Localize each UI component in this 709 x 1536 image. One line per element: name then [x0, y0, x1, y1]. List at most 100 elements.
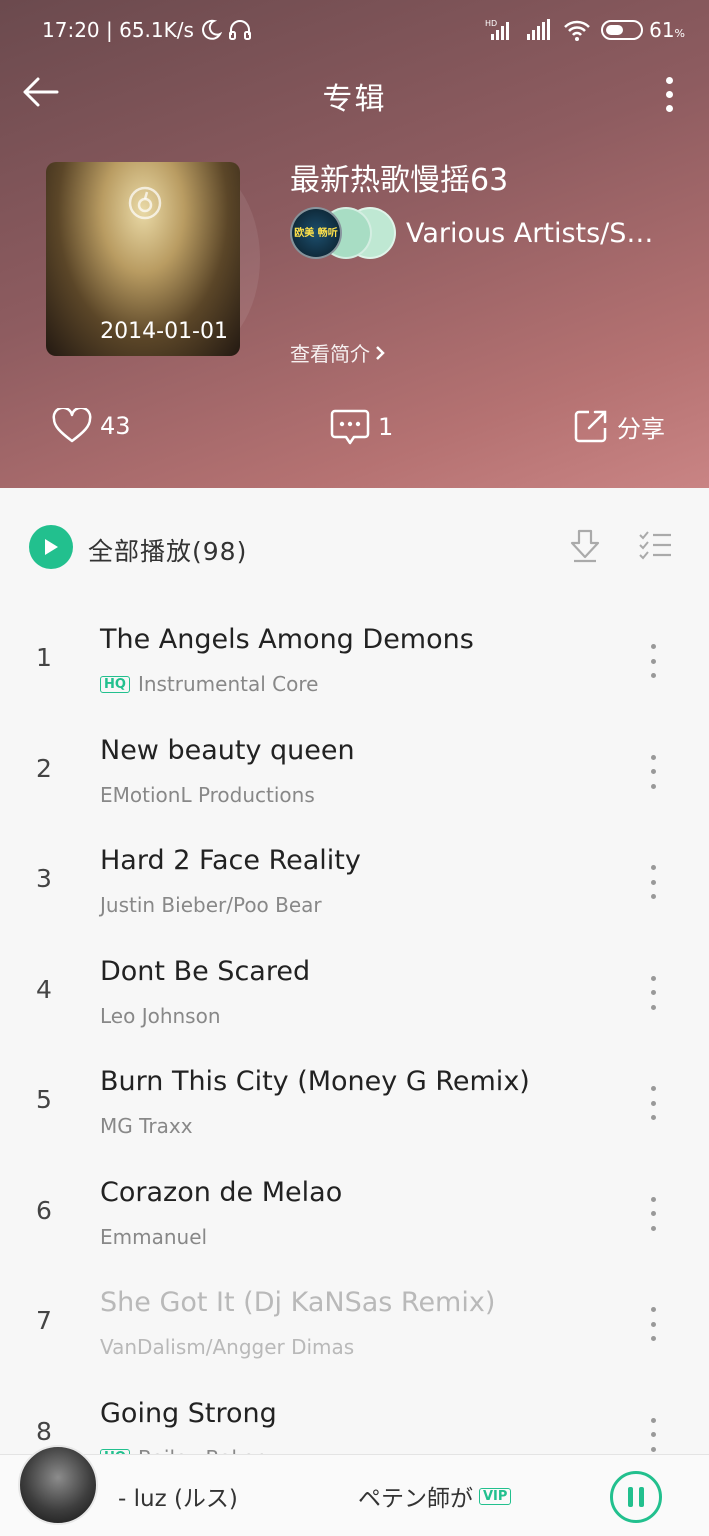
pause-button[interactable]: [610, 1471, 662, 1523]
wifi-icon: [564, 20, 590, 41]
page-title: 专辑: [322, 82, 387, 117]
track-more-button[interactable]: [646, 1307, 660, 1341]
track-title: Corazon de Melao: [100, 1176, 343, 1208]
artists-row[interactable]: 欧美 畅听 Various Artists/Sebastian: [290, 206, 670, 260]
track-number: 1: [36, 643, 52, 672]
avatar-text: 欧美 畅听: [294, 227, 338, 239]
view-intro-link[interactable]: 查看简介: [290, 338, 386, 367]
track-title: The Angels Among Demons: [100, 624, 474, 655]
signal-icon: [527, 19, 551, 40]
album-name: 最新热歌慢摇63: [290, 163, 509, 198]
hd-signal-icon: HD: [485, 19, 510, 40]
battery-fill: [606, 25, 624, 35]
battery-percent: 61%: [649, 18, 685, 42]
track-more-button[interactable]: [646, 1417, 660, 1452]
play-all-label: 全部播放(98): [88, 537, 248, 566]
album-cover[interactable]: 2014-01-01: [46, 162, 260, 356]
headset-icon: [228, 20, 251, 40]
share-label: 分享: [617, 414, 665, 443]
download-icon: [570, 529, 600, 563]
now-playing-lyric: ペテン師が VIP: [358, 1479, 512, 1513]
like-button[interactable]: 43: [52, 408, 131, 444]
play-icon: [45, 539, 58, 555]
track-row[interactable]: 4 Dont Be Scared Leo Johnson: [0, 938, 709, 1048]
track-title: Burn This City (Money G Remix): [100, 1066, 530, 1097]
top-bar: 专辑: [0, 64, 709, 120]
track-artist-row: MG Traxx: [100, 1114, 193, 1138]
track-artist-row: EMotionL Productions: [100, 783, 315, 807]
status-left: 17:20 | 65.1K/s: [42, 18, 252, 42]
comment-icon: [330, 409, 370, 445]
track-artist: EMotionL Productions: [100, 782, 315, 807]
track-artist: VanDalism/Angger Dimas: [100, 1335, 355, 1359]
cover-image: 2014-01-01: [46, 162, 240, 356]
status-right: HD 61%: [485, 18, 685, 42]
mini-player[interactable]: - luz (ルス) ペテン師が VIP: [0, 1445, 709, 1536]
pause-bar: [628, 1487, 633, 1507]
track-row[interactable]: 1 The Angels Among Demons HQ Instrumental…: [0, 606, 709, 716]
status-time-speed: 17:20 | 65.1K/s: [42, 18, 194, 42]
lyric-text: ペテン師が: [358, 1486, 473, 1512]
track-more-button[interactable]: [646, 644, 660, 678]
share-icon: [574, 410, 607, 443]
track-artist-row: VanDalism/Angger Dimas: [100, 1335, 354, 1359]
track-row[interactable]: 3 Hard 2 Face Reality Justin Bieber/Poo …: [0, 827, 709, 937]
multi-select-button[interactable]: [638, 530, 672, 564]
track-title: New beauty queen: [100, 734, 355, 766]
play-all-row[interactable]: 全部播放(98): [0, 488, 709, 606]
pause-bar: [639, 1487, 644, 1507]
svg-text:HD: HD: [485, 19, 497, 28]
track-number: 4: [36, 974, 52, 1004]
track-number: 2: [36, 753, 52, 783]
battery-value: 61: [649, 18, 675, 42]
track-artist: Leo Johnson: [100, 1003, 221, 1028]
track-artist: Justin Bieber/Poo Bear: [100, 893, 322, 917]
track-artist-row: HQ Instrumental Core: [100, 672, 318, 696]
more-options-button[interactable]: [655, 72, 683, 116]
release-date: 2014-01-01: [100, 319, 228, 344]
action-bar: 43 1 分享: [0, 400, 709, 460]
track-artist-row: Justin Bieber/Poo Bear: [100, 893, 322, 917]
netease-logo-icon: [128, 186, 162, 220]
track-number: 5: [36, 1085, 52, 1114]
comment-button[interactable]: 1: [330, 408, 393, 446]
track-list-panel: 全部播放(98) 1 The Angels Among Demons HQ Ins…: [0, 488, 709, 1470]
track-artist: Instrumental Core: [137, 672, 319, 696]
track-more-button[interactable]: [646, 754, 660, 789]
artists-name: Various Artists/Sebastian: [406, 217, 666, 249]
track-number: 8: [36, 1416, 52, 1446]
play-all-button[interactable]: [29, 525, 73, 569]
download-button[interactable]: [568, 528, 602, 568]
track-artist-row: Emmanuel: [100, 1225, 207, 1249]
track-row[interactable]: 7 She Got It (Dj KaNSas Remix) VanDalism…: [0, 1269, 709, 1379]
track-artist: MG Traxx: [100, 1114, 193, 1138]
track-row[interactable]: 5 Burn This City (Money G Remix) MG Trax…: [0, 1048, 709, 1158]
track-row[interactable]: 2 New beauty queen EMotionL Productions: [0, 717, 709, 827]
track-more-button[interactable]: [646, 865, 660, 899]
vip-badge: VIP: [479, 1487, 512, 1505]
track-title: Hard 2 Face Reality: [100, 845, 361, 876]
track-number: 6: [36, 1195, 52, 1225]
track-title: She Got It (Dj KaNSas Remix): [100, 1287, 496, 1318]
track-number: 7: [36, 1306, 52, 1335]
artist-avatar: 欧美 畅听: [290, 207, 342, 259]
heart-icon: [52, 408, 92, 443]
track-more-button[interactable]: [646, 975, 660, 1010]
checklist-icon: [639, 531, 671, 560]
comment-count: 1: [378, 413, 394, 441]
track-title: Dont Be Scared: [100, 955, 311, 987]
now-playing-cover[interactable]: [18, 1445, 98, 1525]
hq-badge: HQ: [100, 675, 130, 693]
track-title: Going Strong: [100, 1397, 277, 1429]
track-more-button[interactable]: [646, 1086, 660, 1120]
intro-link-label: 查看简介: [290, 342, 370, 366]
track-number: 3: [36, 864, 52, 893]
chevron-right-icon: [376, 345, 385, 360]
share-button[interactable]: 分享: [573, 408, 665, 444]
artist-avatars: 欧美 畅听: [290, 207, 396, 259]
track-artist-row: Leo Johnson: [100, 1004, 221, 1028]
track-row[interactable]: 6 Corazon de Melao Emmanuel: [0, 1159, 709, 1269]
track-more-button[interactable]: [646, 1196, 660, 1231]
battery-body: [601, 20, 644, 40]
like-count: 43: [100, 412, 131, 440]
